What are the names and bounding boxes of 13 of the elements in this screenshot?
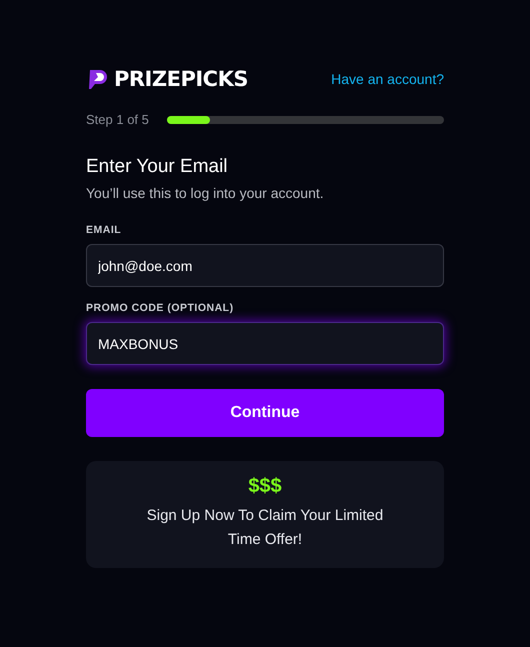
logo-icon	[86, 67, 110, 91]
offer-symbol: $$$	[248, 475, 282, 498]
field-label: PROMO CODE (OPTIONAL)	[86, 302, 235, 314]
step-label: Step 1 of 5	[86, 112, 149, 127]
field-label: EMAIL	[86, 224, 122, 236]
subtitle: You’ll use this to log into your account.	[86, 185, 325, 201]
offer-text: Sign Up Now To Claim Your Limited Time Offer!	[146, 506, 384, 550]
input-field[interactable]: MAXBONUS	[86, 322, 444, 365]
login-link[interactable]: Have an account?	[331, 71, 444, 87]
logo-text: PRIZEPICKS	[114, 67, 248, 91]
input-field[interactable]: john@doe.com	[86, 244, 444, 287]
page-title: Enter Your Email	[86, 156, 229, 178]
continue-button[interactable]: Continue	[86, 389, 444, 437]
